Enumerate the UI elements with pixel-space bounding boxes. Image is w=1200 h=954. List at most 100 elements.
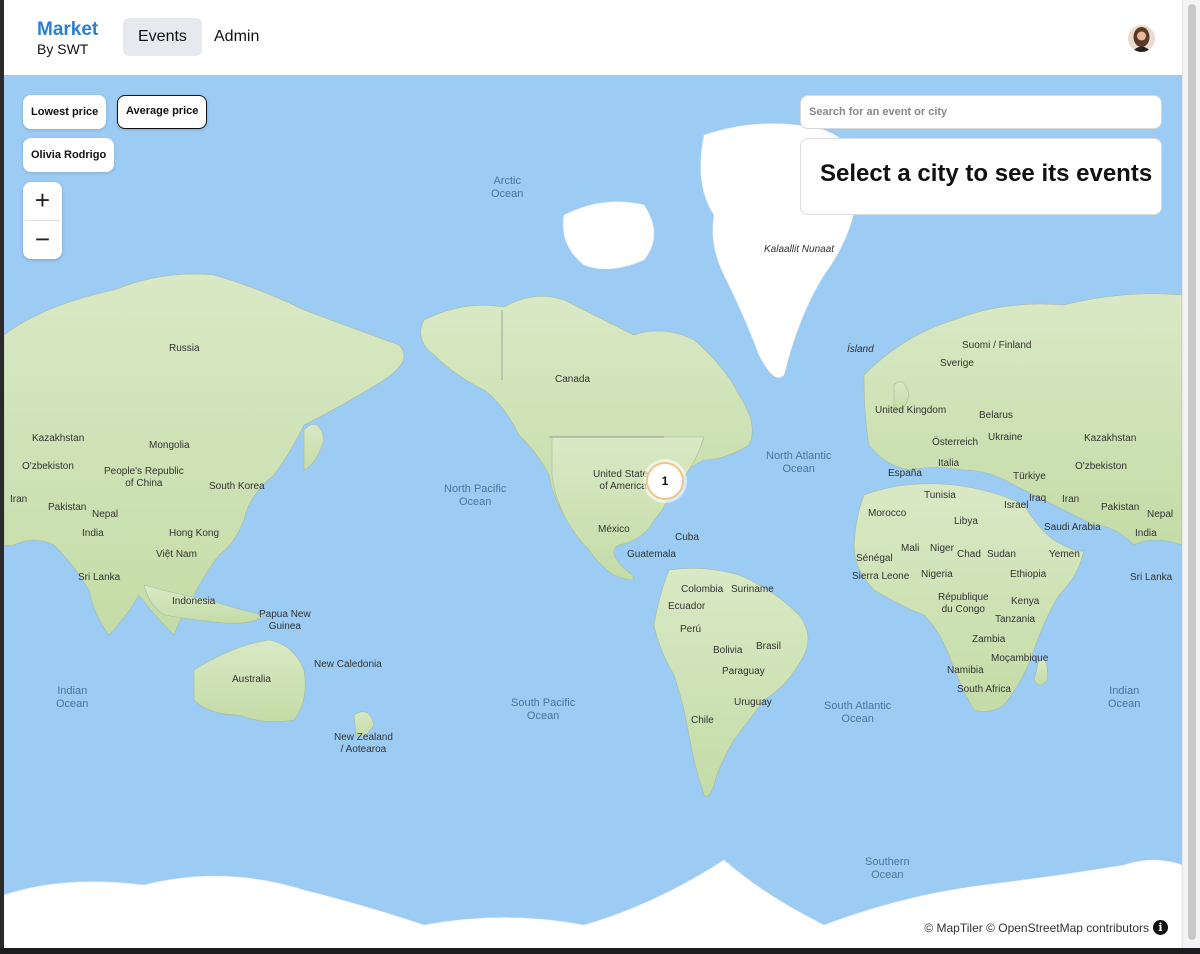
label-saudi-arabia: Saudi Arabia <box>1044 522 1101 533</box>
label-kalaallit-nunaat: Kalaallit Nunaat <box>764 244 835 255</box>
label-ethiopia: Ethiopia <box>1010 569 1047 580</box>
label-mexico: México <box>598 524 630 535</box>
nav-admin[interactable]: Admin <box>199 18 274 56</box>
events-panel-title: Select a city to see its events <box>820 160 1153 187</box>
label-russia: Russia <box>169 343 200 354</box>
label-south-atlantic: South Atlantic Ocean <box>824 700 892 725</box>
label-canada: Canada <box>555 374 591 385</box>
info-icon[interactable]: i <box>1153 920 1168 935</box>
label-new-caledonia: New Caledonia <box>314 659 382 670</box>
label-peru: Perú <box>680 624 702 635</box>
label-paraguay: Paraguay <box>722 666 765 677</box>
label-ozbekiston-east: O'zbekiston <box>1075 461 1127 472</box>
label-morocco: Morocco <box>868 508 907 519</box>
user-avatar[interactable] <box>1128 25 1155 52</box>
filter-average-price[interactable]: Average price <box>117 95 208 129</box>
land-japan <box>303 424 325 471</box>
label-ukraine: Ukraine <box>988 432 1023 443</box>
label-ozbekiston-west: O'zbekiston <box>22 461 74 472</box>
label-hong-kong: Hong Kong <box>169 528 220 539</box>
label-southern-ocean: Southern Ocean <box>865 856 910 881</box>
label-south-korea: South Korea <box>209 481 265 492</box>
label-uruguay: Uruguay <box>734 697 772 708</box>
brand-subtitle: By SWT <box>37 41 89 57</box>
label-mongolia: Mongolia <box>149 440 190 451</box>
label-chile: Chile <box>691 715 714 726</box>
label-iran-east: Iran <box>1062 494 1080 505</box>
label-north-pacific: North Pacific Ocean <box>444 483 507 508</box>
label-new-zealand: New Zealand / Aotearoa <box>334 732 393 755</box>
nav-events[interactable]: Events <box>123 18 202 56</box>
label-osterreich: Österreich <box>932 437 979 448</box>
label-china: People's Republic of China <box>104 466 184 489</box>
label-rdc: République du Congo <box>938 592 989 615</box>
label-pakistan-west: Pakistan <box>48 502 87 513</box>
label-belarus: Belarus <box>979 410 1013 421</box>
filter-lowest-price[interactable]: Lowest price <box>23 95 107 129</box>
brand-title: Market <box>37 19 99 40</box>
avatar-image <box>1128 25 1155 52</box>
label-suomi: Suomi / Finland <box>962 340 1032 351</box>
zoom-in-button[interactable]: + <box>23 182 62 220</box>
label-tanzania: Tanzania <box>995 614 1036 625</box>
label-iraq: Iraq <box>1029 493 1047 504</box>
label-south-africa: South Africa <box>957 684 1011 695</box>
zoom-control: + − <box>23 182 62 259</box>
label-espana: España <box>888 468 922 479</box>
zoom-out-button[interactable]: − <box>23 221 62 259</box>
label-namibia: Namibia <box>947 665 984 676</box>
label-pakistan-east: Pakistan <box>1101 502 1140 513</box>
label-india-east: India <box>1135 528 1157 539</box>
label-guatemala: Guatemala <box>627 549 676 560</box>
label-kazakhstan-east: Kazakhstan <box>1084 433 1137 444</box>
map-attribution[interactable]: © MapTiler © OpenStreetMap contributors <box>924 921 1149 935</box>
vertical-scrollbar[interactable] <box>1182 0 1200 954</box>
search-input[interactable] <box>800 95 1162 129</box>
label-colombia: Colombia <box>681 584 724 595</box>
label-italia: Italia <box>938 458 960 469</box>
label-australia: Australia <box>232 674 271 685</box>
label-libya: Libya <box>954 516 978 527</box>
label-suriname: Suriname <box>731 584 774 595</box>
label-sri-lanka-west: Sri Lanka <box>78 572 121 583</box>
label-cuba: Cuba <box>675 532 699 543</box>
label-brasil: Brasil <box>756 641 782 652</box>
label-south-pacific: South Pacific Ocean <box>511 697 576 722</box>
label-north-atlantic: North Atlantic Ocean <box>766 450 832 475</box>
label-israel: Israel <box>1004 500 1029 511</box>
label-island: Ísland <box>847 344 874 355</box>
label-tunisia: Tunisia <box>924 490 956 501</box>
label-arctic-ocean: Arctic Ocean <box>491 175 524 200</box>
filter-artist-olivia-rodrigo[interactable]: Olivia Rodrigo <box>23 138 115 172</box>
label-sudan: Sudan <box>987 549 1016 560</box>
label-indian-ocean-east: Indian Ocean <box>1108 685 1141 710</box>
label-zambia: Zambia <box>972 634 1006 645</box>
label-nepal-east: Nepal <box>1147 509 1174 520</box>
browser-viewport: Market By SWT Events Admin Arctic Ocean … <box>4 0 1182 948</box>
events-panel: Select a city to see its events <box>800 138 1162 215</box>
window-bottom-edge <box>0 948 1200 954</box>
label-nigeria: Nigeria <box>921 569 953 580</box>
top-navbar: Market By SWT Events Admin <box>4 0 1182 75</box>
label-senegal: Sénégal <box>856 553 893 564</box>
land-eurasia-west <box>4 273 405 636</box>
label-sri-lanka-east: Sri Lanka <box>1130 572 1173 583</box>
label-india-west: India <box>82 528 104 539</box>
label-usa: United States of America <box>593 469 654 492</box>
scrollbar-thumb[interactable] <box>1188 4 1196 940</box>
label-indian-ocean-west: Indian Ocean <box>56 685 89 710</box>
label-turkiye: Türkiye <box>1013 471 1046 482</box>
label-chad: Chad <box>957 549 981 560</box>
world-map[interactable]: Arctic Ocean Kalaallit Nunaat Ísland Rus… <box>4 75 1182 948</box>
label-bolivia: Bolivia <box>713 645 743 656</box>
label-mozambique: Moçambique <box>991 653 1049 664</box>
label-mali: Mali <box>901 543 920 554</box>
label-nepal-west: Nepal <box>92 509 119 520</box>
label-indonesia: Indonesia <box>172 596 216 607</box>
label-viet-nam: Việt Nam <box>156 549 197 560</box>
label-sverige: Sverige <box>940 358 974 369</box>
label-uk: United Kingdom <box>875 405 947 416</box>
event-cluster-marker[interactable]: 1 <box>646 462 684 500</box>
label-yemen: Yemen <box>1049 549 1080 560</box>
brand-logo[interactable]: Market By SWT <box>37 19 98 57</box>
